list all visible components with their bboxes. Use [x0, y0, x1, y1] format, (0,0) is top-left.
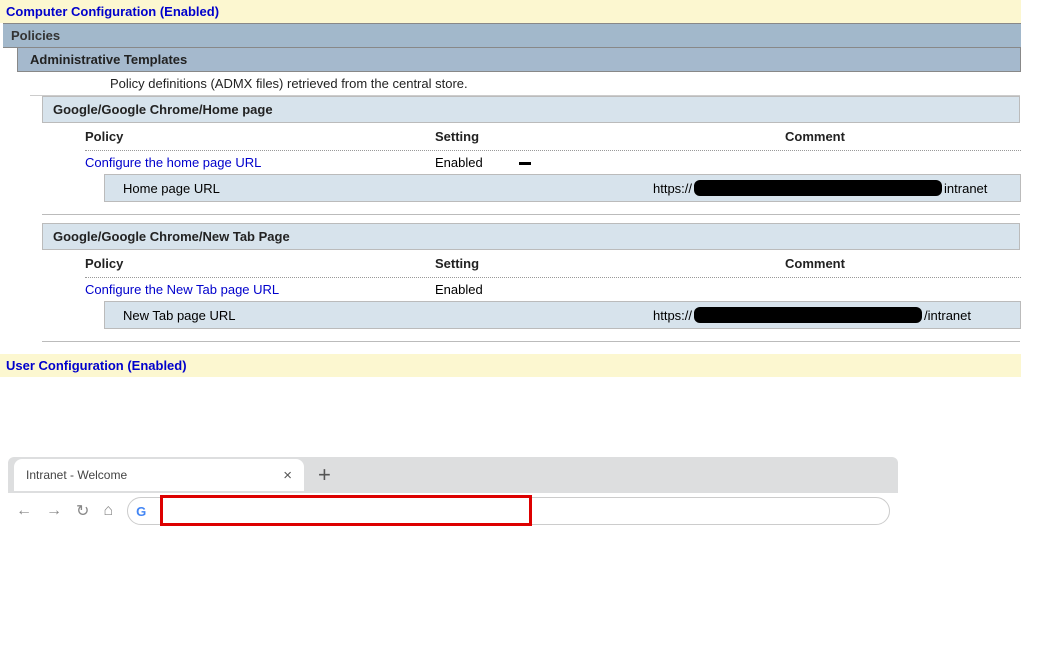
- home-policy-link[interactable]: Configure the home page URL: [85, 155, 435, 170]
- close-icon[interactable]: ×: [283, 467, 292, 484]
- home-sub-value: https://intranet: [653, 180, 1020, 196]
- reload-icon[interactable]: ↻: [76, 501, 89, 521]
- forward-icon[interactable]: →: [46, 502, 62, 520]
- home-sub-label: Home page URL: [105, 181, 653, 196]
- newtab-sub-value: https:///intranet: [653, 307, 1020, 323]
- browser-tab[interactable]: Intranet - Welcome ×: [14, 459, 304, 491]
- newtab-sub-row: New Tab page URL https:///intranet: [104, 301, 1021, 329]
- back-icon[interactable]: ←: [16, 502, 32, 520]
- home-sub-row: Home page URL https://intranet: [104, 174, 1021, 202]
- newtab-setting-value: Enabled: [435, 282, 785, 297]
- chrome-browser: Intranet - Welcome × + ← → ↻ ⌂ G: [8, 457, 898, 529]
- collapse-icon[interactable]: [519, 162, 531, 165]
- table-row: Configure the home page URL Enabled: [85, 151, 1021, 174]
- newtab-sub-label: New Tab page URL: [105, 308, 653, 323]
- table-header: Policy Setting Comment: [85, 250, 1021, 278]
- computer-config-header: Computer Configuration (Enabled): [0, 0, 1021, 23]
- home-setting-value: Enabled: [435, 155, 785, 170]
- highlight-box: [160, 495, 532, 526]
- admin-templates-band: Administrative Templates: [17, 48, 1021, 72]
- newtab-policy-link[interactable]: Configure the New Tab page URL: [85, 282, 435, 297]
- browser-toolbar: ← → ↻ ⌂ G: [8, 493, 898, 529]
- policy-defs-info: Policy definitions (ADMX files) retrieve…: [30, 72, 1020, 96]
- section-divider: [42, 214, 1020, 215]
- home-page-path: Google/Google Chrome/Home page: [42, 96, 1020, 123]
- redacted-text: [694, 180, 942, 196]
- policies-band: Policies: [3, 23, 1021, 48]
- home-icon[interactable]: ⌂: [103, 502, 113, 520]
- col-comment-header: Comment: [785, 129, 1021, 144]
- col-comment-header: Comment: [785, 256, 1021, 271]
- col-policy-header: Policy: [85, 256, 435, 271]
- col-policy-header: Policy: [85, 129, 435, 144]
- section-divider: [42, 341, 1020, 342]
- col-setting-header: Setting: [435, 129, 785, 144]
- newtab-page-path: Google/Google Chrome/New Tab Page: [42, 223, 1020, 250]
- table-header: Policy Setting Comment: [85, 123, 1021, 151]
- table-row: Configure the New Tab page URL Enabled: [85, 278, 1021, 301]
- new-tab-button[interactable]: +: [318, 462, 331, 488]
- google-icon: G: [136, 504, 146, 519]
- address-bar[interactable]: G: [127, 497, 890, 525]
- user-config-header: User Configuration (Enabled): [0, 354, 1021, 377]
- tab-title: Intranet - Welcome: [26, 468, 127, 482]
- tab-strip: Intranet - Welcome × +: [8, 457, 898, 493]
- redacted-text: [694, 307, 922, 323]
- col-setting-header: Setting: [435, 256, 785, 271]
